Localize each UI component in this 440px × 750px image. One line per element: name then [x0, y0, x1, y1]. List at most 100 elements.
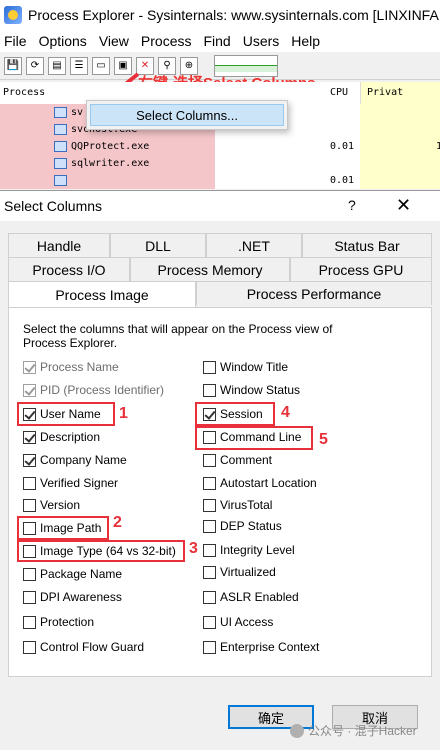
tab-row-1: Handle DLL .NET Status Bar — [8, 233, 432, 257]
checkbox[interactable] — [23, 498, 36, 512]
checkbox[interactable] — [23, 615, 36, 629]
wechat-icon — [290, 723, 304, 738]
checkbox[interactable] — [203, 383, 216, 397]
process-row[interactable]: sqlwriter.exe — [0, 155, 440, 172]
process-explorer-icon — [4, 6, 22, 24]
panel-description: Select the columns that will appear on t… — [23, 322, 333, 350]
process-icon — [54, 107, 67, 118]
checkbox[interactable] — [203, 615, 216, 629]
option-integrity-level[interactable]: Integrity Level — [203, 541, 295, 559]
option-protection[interactable]: Protection — [23, 613, 94, 631]
checkbox[interactable] — [203, 640, 216, 654]
help-button[interactable]: ? — [348, 197, 356, 213]
checkbox[interactable] — [23, 590, 36, 604]
dialog-title-bar: Select Columns ? ✕ — [0, 191, 440, 221]
system-info-icon[interactable]: ▤ — [48, 56, 66, 75]
option-comment[interactable]: Comment — [203, 451, 272, 469]
marker-1: 1 — [119, 405, 128, 422]
checkbox[interactable] — [203, 453, 216, 467]
option-aslr-enabled[interactable]: ASLR Enabled — [203, 588, 299, 606]
menu-help[interactable]: Help — [287, 33, 328, 49]
menu-view[interactable]: View — [95, 33, 137, 49]
highlight-box-user-name — [17, 402, 115, 426]
highlight-box-session — [195, 402, 275, 426]
tab-dll[interactable]: DLL — [110, 233, 206, 257]
checkbox[interactable] — [23, 453, 36, 467]
checkbox[interactable] — [23, 430, 36, 444]
highlight-box-image-path — [17, 516, 109, 540]
menu-bar: File Options View Process Find Users Hel… — [0, 30, 440, 52]
tab-process-gpu[interactable]: Process GPU — [290, 257, 432, 281]
highlight-box-image-type — [17, 540, 185, 562]
process-row[interactable]: QQProtect.exe 0.01 1 — [0, 138, 440, 155]
option-dpi-awareness[interactable]: DPI Awareness — [23, 588, 122, 606]
option-virustotal[interactable]: VirusTotal — [203, 496, 272, 514]
option-description[interactable]: Description — [23, 428, 100, 446]
menu-users[interactable]: Users — [239, 33, 288, 49]
tree-view-icon[interactable]: ☰ — [70, 56, 88, 75]
option-autostart-location[interactable]: Autostart Location — [203, 474, 317, 492]
tab-dotnet[interactable]: .NET — [206, 233, 302, 257]
menu-file[interactable]: File — [0, 33, 35, 49]
checkbox[interactable] — [203, 498, 216, 512]
option-process-name: Process Name — [23, 358, 119, 376]
checkbox[interactable] — [203, 590, 216, 604]
option-window-status[interactable]: Window Status — [203, 381, 300, 399]
select-columns-menu-item[interactable]: Select Columns... — [90, 104, 284, 126]
option-window-title[interactable]: Window Title — [203, 358, 288, 376]
option-version[interactable]: Version — [23, 496, 80, 514]
tab-process-image[interactable]: Process Image — [8, 281, 196, 307]
checkbox[interactable] — [203, 519, 216, 533]
process-name: sqlwriter.exe — [71, 158, 150, 169]
tab-handle[interactable]: Handle — [8, 233, 110, 257]
tab-process-performance[interactable]: Process Performance — [196, 281, 432, 305]
refresh-icon[interactable]: ⟳ — [26, 56, 44, 75]
process-icon — [54, 124, 67, 135]
option-ui-access[interactable]: UI Access — [203, 613, 273, 631]
tab-status-bar[interactable]: Status Bar — [302, 233, 432, 257]
checkbox[interactable] — [203, 565, 216, 579]
dialog-title: Select Columns — [4, 198, 103, 214]
tab-process-io[interactable]: Process I/O — [8, 257, 130, 281]
marker-4: 4 — [281, 404, 290, 421]
menu-find[interactable]: Find — [199, 33, 238, 49]
checkbox[interactable] — [23, 640, 36, 654]
close-button[interactable]: ✕ — [396, 195, 411, 216]
select-columns-dialog: Select Columns ? ✕ Handle DLL .NET Statu… — [0, 190, 440, 750]
process-name: QQProtect.exe — [71, 141, 150, 152]
save-icon[interactable]: 💾 — [4, 56, 22, 75]
process-icon — [54, 141, 67, 152]
process-cpu: 0.01 — [330, 141, 355, 152]
checkbox — [23, 383, 36, 397]
option-package-name[interactable]: Package Name — [23, 565, 122, 583]
column-cpu[interactable]: CPU — [280, 82, 360, 104]
checkbox[interactable] — [23, 476, 36, 490]
process-icon — [54, 158, 67, 169]
checkbox[interactable] — [23, 567, 36, 581]
process-cpu: 0.01 — [330, 175, 355, 186]
watermark: 公众号 · 混子Hacker — [290, 722, 417, 739]
marker-5: 5 — [319, 431, 328, 448]
context-menu: Select Columns... — [86, 100, 288, 130]
tab-process-memory[interactable]: Process Memory — [130, 257, 290, 281]
option-verified-signer[interactable]: Verified Signer — [23, 474, 118, 492]
window-title: Process Explorer - Sysinternals: www.sys… — [28, 7, 439, 23]
window-title-bar: Process Explorer - Sysinternals: www.sys… — [0, 0, 440, 30]
marker-2: 2 — [113, 514, 122, 531]
process-image-panel: Select the columns that will appear on t… — [8, 307, 432, 677]
process-row[interactable]: 0.01 — [0, 172, 440, 189]
option-control-flow-guard[interactable]: Control Flow Guard — [23, 638, 144, 656]
option-virtualized[interactable]: Virtualized — [203, 563, 276, 581]
checkbox[interactable] — [203, 476, 216, 490]
highlight-box-command-line — [195, 426, 313, 450]
column-private[interactable]: Privat — [360, 82, 440, 104]
option-dep-status[interactable]: DEP Status — [203, 517, 282, 535]
checkbox[interactable] — [203, 360, 216, 374]
option-company-name[interactable]: Company Name — [23, 451, 127, 469]
checkbox[interactable] — [203, 543, 216, 557]
option-enterprise-context[interactable]: Enterprise Context — [203, 638, 319, 656]
menu-options[interactable]: Options — [35, 33, 95, 49]
menu-process[interactable]: Process — [137, 33, 200, 49]
process-icon — [54, 175, 67, 186]
marker-3: 3 — [189, 540, 198, 557]
